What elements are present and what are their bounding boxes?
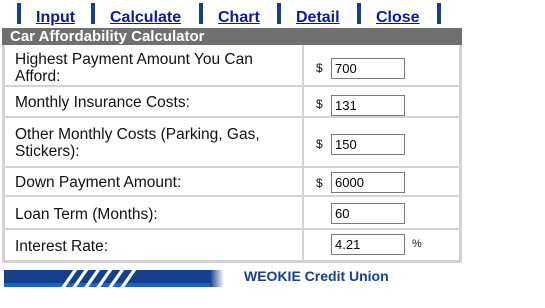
nav-input-link[interactable]: Input (36, 9, 75, 27)
nav-chart-link[interactable]: Chart (218, 9, 260, 27)
form-row-interest-rate: Interest Rate: % (5, 230, 459, 260)
nav-close-link[interactable]: Close (376, 9, 420, 27)
max-payment-input[interactable] (331, 58, 405, 79)
calculator-form: Highest Payment Amount You Can Afford: $… (2, 45, 462, 263)
top-nav: Input Calculate Chart Detail Close (0, 0, 545, 28)
percent-unit: % (412, 238, 422, 250)
down-payment-input[interactable] (331, 172, 405, 193)
currency-symbol: $ (316, 176, 323, 190)
currency-symbol: $ (316, 61, 323, 75)
interest-rate-label: Interest Rate: (15, 238, 109, 255)
insurance-label: Monthly Insurance Costs: (15, 94, 190, 111)
footer-graphic-edge (210, 270, 224, 287)
nav-separator (277, 3, 281, 24)
currency-symbol: $ (316, 137, 323, 151)
form-row-insurance: Monthly Insurance Costs: $ (5, 87, 459, 118)
form-row-down-payment: Down Payment Amount: $ (5, 168, 459, 197)
nav-separator (91, 3, 95, 24)
form-row-loan-term: Loan Term (Months): (5, 197, 459, 230)
nav-separator (437, 3, 441, 24)
other-costs-label: Other Monthly Costs (Parking, Gas, Stick… (15, 126, 260, 160)
cell-divider (302, 87, 304, 116)
cell-divider (302, 45, 304, 85)
calculator-title: Car Affordability Calculator (2, 28, 462, 45)
nav-separator (199, 3, 203, 24)
brand-name: WEOKIE Credit Union (244, 268, 389, 284)
footer-stripe-graphic (4, 270, 210, 287)
cell-divider (302, 168, 304, 195)
nav-separator (357, 3, 361, 24)
down-payment-label: Down Payment Amount: (15, 174, 182, 191)
nav-detail-link[interactable]: Detail (296, 9, 340, 27)
cell-divider (302, 118, 304, 166)
nav-separator (17, 3, 21, 24)
form-row-max-payment: Highest Payment Amount You Can Afford: $ (5, 45, 459, 87)
other-costs-input[interactable] (331, 134, 405, 155)
cell-divider (302, 197, 304, 228)
insurance-input[interactable] (331, 95, 405, 116)
max-payment-label: Highest Payment Amount You Can Afford: (15, 51, 253, 85)
currency-symbol: $ (316, 97, 323, 111)
form-row-other-costs: Other Monthly Costs (Parking, Gas, Stick… (5, 118, 459, 168)
interest-rate-input[interactable] (331, 234, 405, 255)
loan-term-label: Loan Term (Months): (15, 206, 158, 223)
nav-calculate-link[interactable]: Calculate (110, 9, 181, 27)
loan-term-input[interactable] (331, 203, 405, 224)
cell-divider (302, 230, 304, 260)
